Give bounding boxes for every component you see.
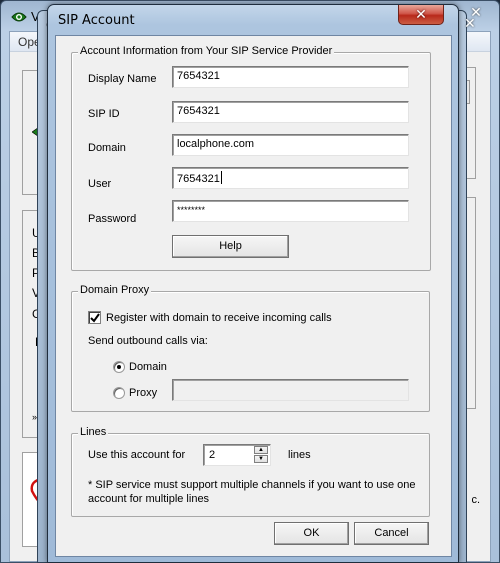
proxy-radio-label[interactable]: Proxy [129, 387, 157, 399]
account-information-group: Account Information from Your SIP Servic… [71, 45, 431, 271]
lines-stepper[interactable]: 2 ▲ ▼ [203, 444, 271, 466]
dialog-client-area: Account Information from Your SIP Servic… [55, 35, 452, 557]
help-button[interactable]: Help [172, 235, 289, 258]
display-name-label: Display Name [88, 73, 157, 85]
ok-button[interactable]: OK [274, 522, 349, 545]
proxy-radio[interactable] [113, 387, 125, 399]
outbound-label: Send outbound calls via: [88, 335, 208, 347]
user-field-value: 7654321 [177, 173, 220, 185]
lines-value: 2 [209, 449, 216, 461]
sip-id-field[interactable]: 7654321 [172, 101, 409, 123]
sip-id-label: SIP ID [88, 108, 120, 120]
lines-group: Lines Use this account for 2 ▲ ▼ lines *… [71, 426, 430, 517]
app-eye-icon [11, 12, 27, 22]
domain-proxy-group: Domain Proxy Register with domain to rec… [71, 284, 430, 412]
domain-radio[interactable] [113, 361, 125, 373]
display-name-field[interactable]: 7654321 [172, 66, 409, 88]
spin-down-button[interactable]: ▼ [254, 455, 268, 463]
text-caret [220, 171, 222, 184]
radio-selected-dot [117, 365, 121, 369]
user-label: User [88, 178, 112, 190]
proxy-field[interactable] [172, 379, 409, 401]
spin-up-button[interactable]: ▲ [254, 446, 268, 454]
account-group-legend: Account Information from Your SIP Servic… [78, 45, 335, 57]
lines-group-legend: Lines [78, 426, 109, 438]
proxy-group-legend: Domain Proxy [78, 284, 152, 296]
user-field[interactable]: 7654321 [172, 167, 409, 189]
domain-label: Domain [88, 142, 126, 154]
domain-field[interactable]: localphone.com [172, 134, 409, 156]
middle-close-button[interactable]: ✕ [464, 15, 490, 33]
cancel-button[interactable]: Cancel [354, 522, 429, 545]
multiple-lines-note: * SIP service must support multiple chan… [88, 479, 416, 505]
close-button[interactable]: ✕ [398, 5, 444, 25]
password-field[interactable]: ******** [172, 200, 409, 222]
register-checkbox-label[interactable]: Register with domain to receive incoming… [106, 312, 332, 324]
password-label: Password [88, 213, 137, 225]
register-checkbox[interactable] [88, 311, 101, 324]
checkmark-icon [90, 313, 100, 323]
dialog-title: SIP Account [58, 13, 135, 28]
use-account-label: Use this account for [88, 449, 186, 461]
domain-radio-label[interactable]: Domain [129, 361, 167, 373]
lines-suffix-label: lines [288, 449, 311, 461]
background-right-text: c. [471, 494, 480, 506]
sip-account-dialog: SIP Account ✕ Account Information from Y… [47, 4, 459, 563]
